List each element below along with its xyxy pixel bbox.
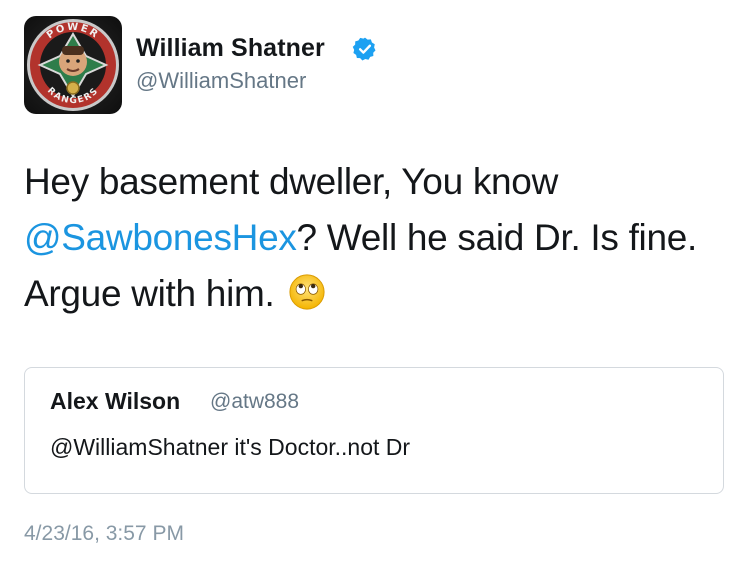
tweet-line-3-text: Argue with him. (24, 273, 275, 314)
timestamp[interactable]: 4/23/16, 3:57 PM (24, 522, 184, 546)
tweet-line-2-rest: ? Well he said Dr. Is fine. (296, 217, 698, 258)
tweet-line-1: Hey basement dweller, You know (24, 161, 559, 202)
quoted-author-name: Alex Wilson (50, 388, 181, 414)
tweet-text: Hey basement dweller, You know @Sawbones… (24, 154, 724, 322)
quoted-author-handle: @atw888 (210, 390, 300, 413)
tweet-line-2: @SawbonesHex? Well he said Dr. Is fine. (24, 210, 724, 266)
quoted-tweet-card[interactable]: Alex Wilson @atw888 @WilliamShatner it's… (24, 367, 724, 494)
eye-roll-emoji-icon (289, 274, 326, 310)
author-name[interactable]: William Shatner (136, 34, 325, 63)
power-rangers-logo-icon: POWER RANGERS (27, 19, 119, 111)
mention-link[interactable]: @SawbonesHex (24, 217, 297, 258)
quoted-tweet-text: @WilliamShatner it's Doctor..not Dr (50, 434, 411, 460)
avatar[interactable]: POWER RANGERS (24, 16, 122, 114)
author-handle[interactable]: @WilliamShatner (136, 68, 306, 94)
tweet-line-3: Argue with him. (24, 266, 724, 322)
verified-badge-icon (352, 37, 376, 61)
